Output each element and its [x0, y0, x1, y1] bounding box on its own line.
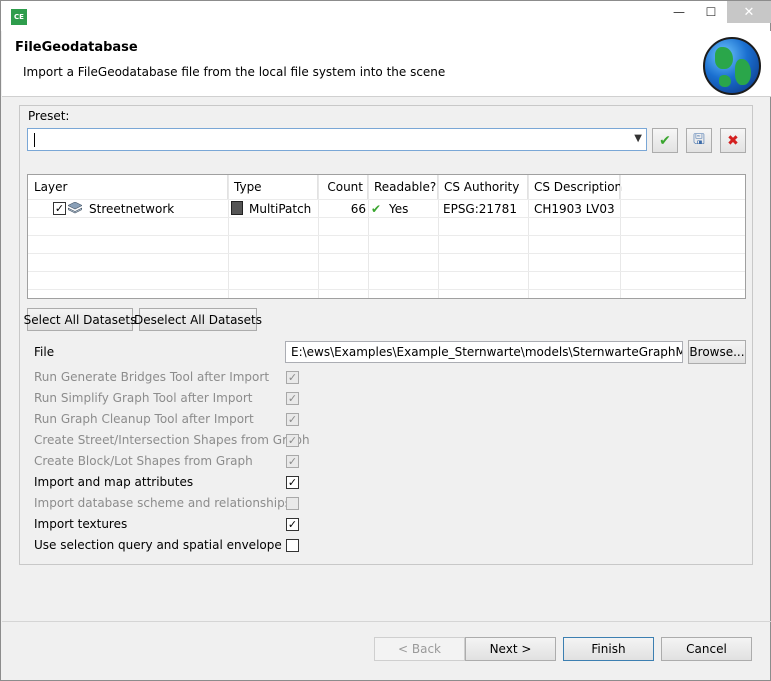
- option-label-simplify-graph: Run Simplify Graph Tool after Import: [34, 391, 253, 405]
- checkbox-block-shapes[interactable]: ✓: [286, 455, 299, 468]
- layer-count: 66: [350, 202, 366, 216]
- file-path-input[interactable]: E:\ews\Examples\Example_Sternwarte\model…: [285, 341, 683, 363]
- multipatch-icon: [231, 201, 243, 215]
- column-header-cs-description[interactable]: CS Description: [528, 175, 622, 199]
- checkbox-street-shapes[interactable]: ✓: [286, 434, 299, 447]
- layer-name: Streetnetwork: [89, 202, 175, 216]
- delete-preset-button[interactable]: ✖: [720, 128, 746, 153]
- layer-checkbox[interactable]: ✓: [53, 202, 66, 215]
- select-all-datasets-button[interactable]: Select All Datasets: [24, 308, 136, 331]
- option-label-street-shapes: Create Street/Intersection Shapes from G…: [34, 433, 310, 447]
- table-row-empty: [28, 253, 745, 271]
- checkbox-simplify-graph[interactable]: ✓: [286, 392, 299, 405]
- layer-type: MultiPatch: [249, 202, 312, 216]
- column-header-type[interactable]: Type: [228, 175, 318, 199]
- preset-label: Preset:: [28, 109, 70, 123]
- import-wizard-window: CE — ☐ ✕ FileGeodatabase Import a FileGe…: [0, 0, 771, 681]
- table-row-empty: [28, 217, 745, 235]
- column-header-readable[interactable]: Readable?: [368, 175, 438, 199]
- back-button[interactable]: < Back: [374, 637, 465, 661]
- title-bar: CE — ☐ ✕: [1, 1, 771, 31]
- next-button[interactable]: Next >: [465, 637, 556, 661]
- option-label-generate-bridges: Run Generate Bridges Tool after Import: [34, 370, 270, 384]
- option-label-graph-cleanup: Run Graph Cleanup Tool after Import: [34, 412, 254, 426]
- chevron-down-icon[interactable]: ▼: [634, 133, 642, 144]
- table-row-empty: [28, 271, 745, 289]
- checkbox-selection-query[interactable]: [286, 539, 299, 552]
- close-window-button[interactable]: ✕: [727, 1, 771, 23]
- layer-cs-description: CH1903 LV03: [534, 202, 615, 216]
- wizard-title: FileGeodatabase: [15, 40, 138, 55]
- checkbox-database-scheme[interactable]: [286, 497, 299, 510]
- option-label-selection-query: Use selection query and spatial envelope: [34, 538, 282, 552]
- wizard-header: FileGeodatabase Import a FileGeodatabase…: [2, 31, 771, 97]
- column-header-layer[interactable]: Layer: [28, 175, 228, 199]
- layers-icon: [68, 202, 82, 214]
- save-preset-button[interactable]: 🖫: [686, 128, 712, 153]
- option-label-map-attributes: Import and map attributes: [34, 475, 194, 489]
- maximize-button[interactable]: ☐: [697, 1, 725, 23]
- checkbox-map-attributes[interactable]: ✓: [286, 476, 299, 489]
- layer-readable: Yes: [389, 202, 409, 216]
- browse-button[interactable]: Browse...: [688, 340, 746, 364]
- column-header-count[interactable]: Count: [318, 175, 368, 199]
- footer-divider: [2, 621, 771, 622]
- file-label: File: [34, 345, 55, 359]
- cityengine-app-icon: CE: [11, 9, 27, 25]
- minimize-button[interactable]: —: [665, 1, 693, 23]
- option-label-database-scheme: Import database scheme and relationships: [34, 496, 291, 510]
- column-header-cs-authority[interactable]: CS Authority: [438, 175, 528, 199]
- layer-cs-authority: EPSG:21781: [443, 202, 517, 216]
- floppy-icon: 🖫: [693, 131, 705, 148]
- red-x-icon: ✖: [727, 132, 739, 149]
- globe-icon: [703, 37, 761, 95]
- option-label-block-shapes: Create Block/Lot Shapes from Graph: [34, 454, 253, 468]
- checkbox-generate-bridges[interactable]: ✓: [286, 371, 299, 384]
- check-icon: ✔: [371, 202, 382, 216]
- check-icon: ✔: [659, 132, 671, 149]
- checkbox-graph-cleanup[interactable]: ✓: [286, 413, 299, 426]
- table-row[interactable]: ✓ Streetnetwork MultiPatch 66 ✔ Yes EPSG…: [28, 199, 745, 217]
- checkbox-import-textures[interactable]: ✓: [286, 518, 299, 531]
- deselect-all-datasets-button[interactable]: Deselect All Datasets: [134, 308, 262, 331]
- finish-button[interactable]: Finish: [563, 637, 654, 661]
- table-row-empty: [28, 289, 745, 298]
- apply-preset-button[interactable]: ✔: [652, 128, 678, 153]
- table-row-empty: [28, 235, 745, 253]
- cancel-button[interactable]: Cancel: [661, 637, 752, 661]
- text-caret: [34, 133, 35, 147]
- datasets-table: Layer Type Count Readable? CS Authority …: [27, 174, 746, 299]
- wizard-description: Import a FileGeodatabase file from the l…: [23, 65, 446, 79]
- option-label-import-textures: Import textures: [34, 517, 128, 531]
- preset-combo[interactable]: ▼: [27, 128, 647, 151]
